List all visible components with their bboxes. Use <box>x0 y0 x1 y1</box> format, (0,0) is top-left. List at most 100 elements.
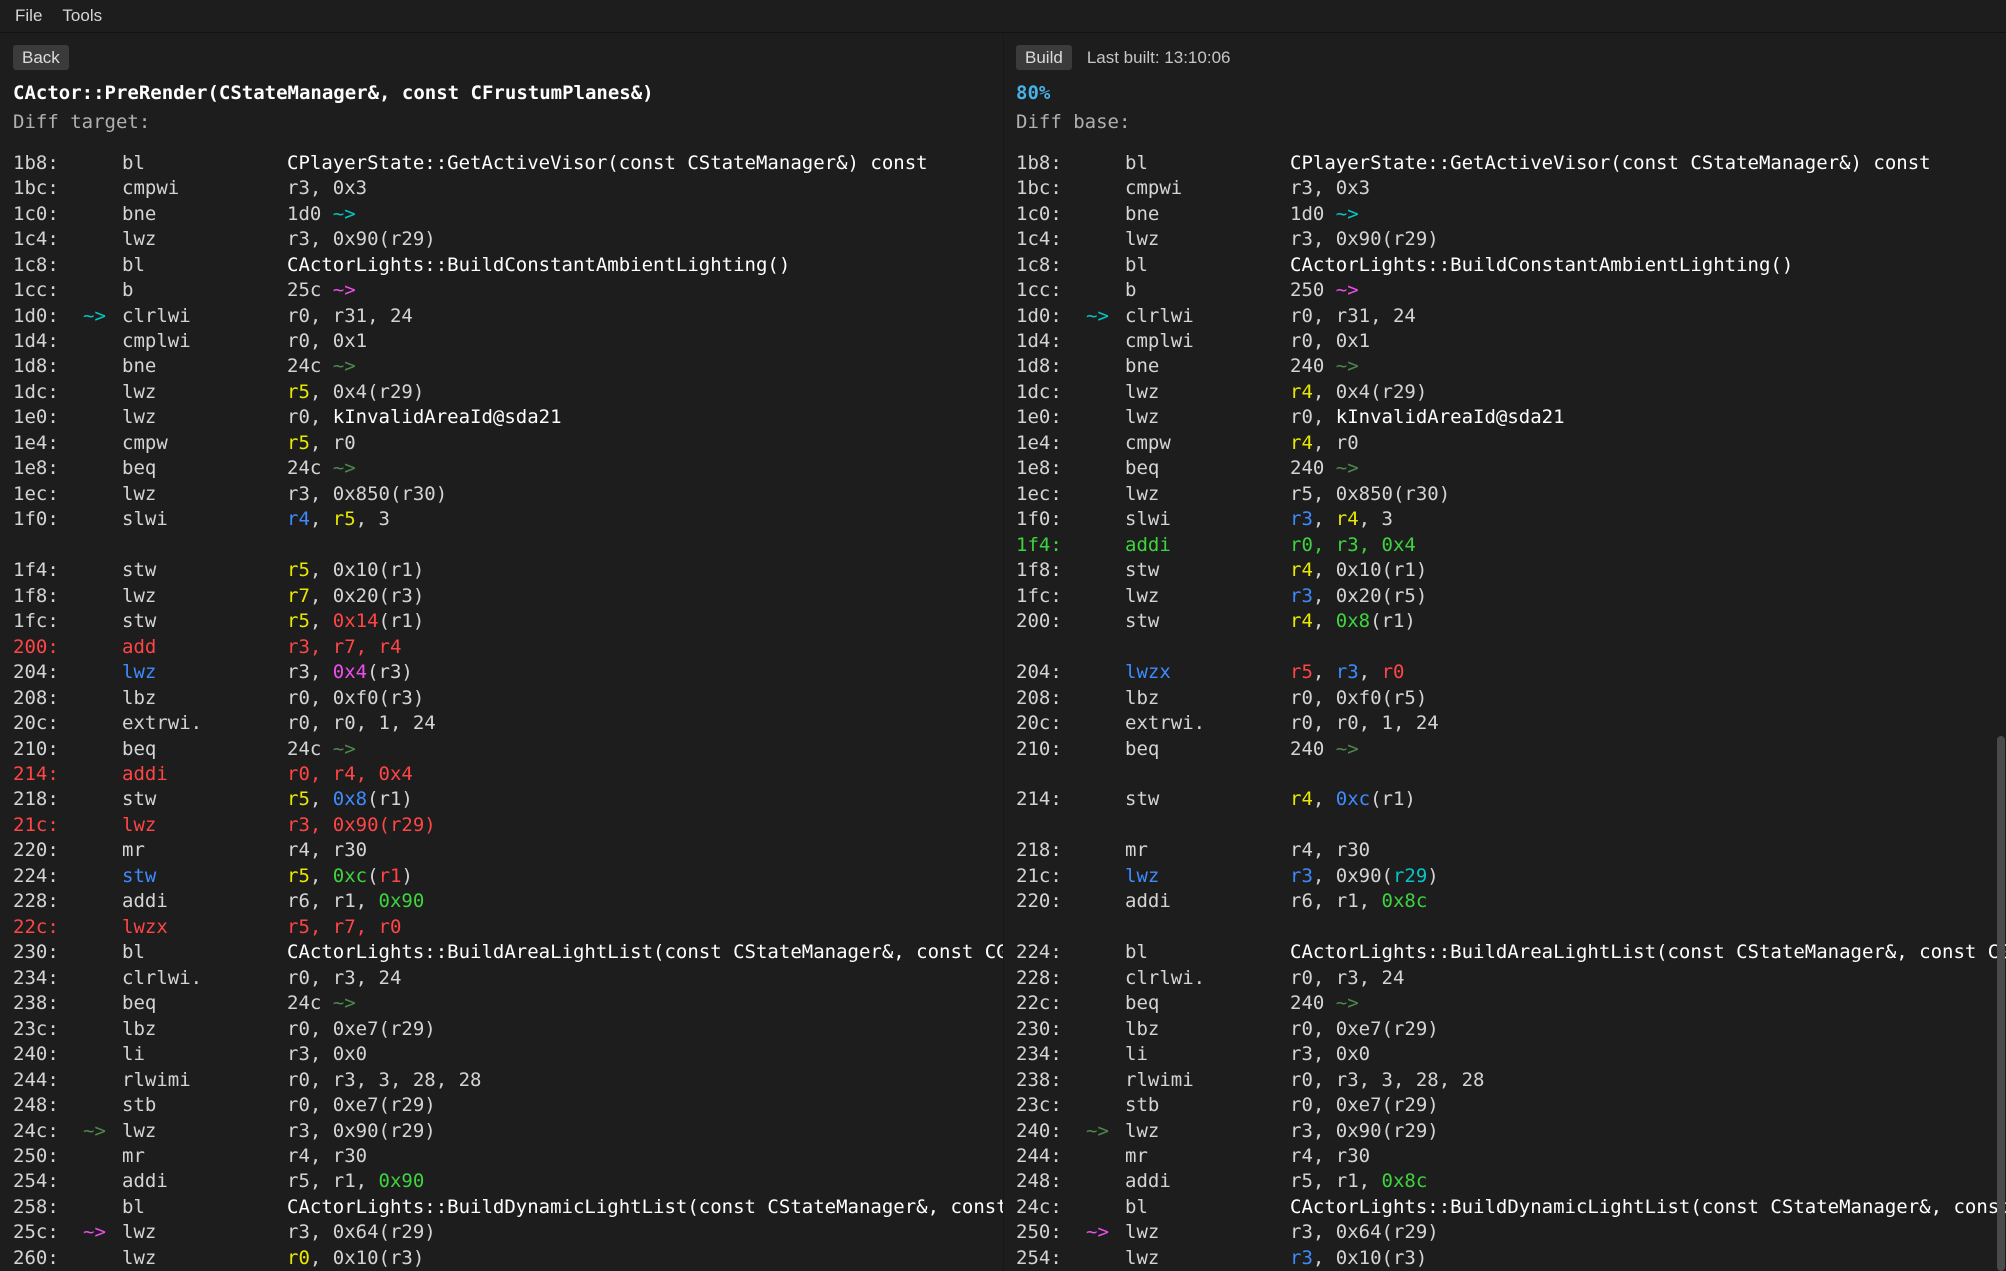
asm-mnemonic: bne <box>1125 203 1290 225</box>
asm-operands: 1d0 ~> <box>1290 203 2006 225</box>
scrollbar-thumb[interactable] <box>1997 736 2005 1271</box>
asm-operand: r5 <box>287 788 310 810</box>
branch-arrow-icon: ~> <box>333 992 356 1014</box>
asm-mnemonic: addi <box>1125 1170 1290 1192</box>
asm-row: 230:blCActorLights::BuildAreaLightList(c… <box>0 940 1003 965</box>
branch-arrow-icon: ~> <box>1336 279 1359 301</box>
asm-operand: 1d0 <box>1290 203 1336 225</box>
back-button[interactable]: Back <box>13 45 69 70</box>
asm-operands: r3, 0x0 <box>287 1043 1003 1065</box>
asm-address: 1fc: <box>13 610 83 632</box>
asm-mnemonic: lwzx <box>122 916 287 938</box>
asm-row <box>1003 914 2006 939</box>
asm-mnemonic: b <box>1125 279 1290 301</box>
asm-operands: r5, r1, 0x90 <box>287 1170 1003 1192</box>
asm-mnemonic: lwz <box>122 585 287 607</box>
asm-mnemonic: slwi <box>1125 508 1290 530</box>
asm-mnemonic: extrwi. <box>122 712 287 734</box>
asm-operand: r5 <box>287 559 310 581</box>
asm-operand: , 3 <box>1359 508 1393 530</box>
branch-arrow-icon: ~> <box>1336 992 1359 1014</box>
asm-operands: r4, r30 <box>287 1145 1003 1167</box>
asm-mnemonic: stw <box>1125 610 1290 632</box>
asm-operand: r3, 0x64(r29) <box>287 1221 436 1243</box>
last-built-status: Last built: 13:10:06 <box>1087 48 1231 68</box>
asm-operand: r0, 0xf0(r3) <box>287 687 424 709</box>
target-asm-listing: 1b8:blCPlayerState::GetActiveVisor(const… <box>0 150 1003 1271</box>
asm-operands: r0, 0xe7(r29) <box>1290 1094 2006 1116</box>
asm-operand: r4 <box>1290 432 1313 454</box>
asm-operand: CActorLights::BuildDynamicLightList(cons… <box>287 1196 1003 1218</box>
asm-mnemonic: bne <box>122 355 287 377</box>
asm-operand: 240 <box>1290 738 1336 760</box>
asm-operands: r4, 0xc(r1) <box>1290 788 2006 810</box>
asm-operand: r3, 0x90(r29) <box>1290 1120 1439 1142</box>
asm-operand: 25c <box>287 279 333 301</box>
menu-file[interactable]: File <box>15 6 42 26</box>
asm-address: 224: <box>13 865 83 887</box>
asm-operands: r5, 0x14(r1) <box>287 610 1003 632</box>
asm-mnemonic: lbz <box>1125 687 1290 709</box>
asm-mnemonic: lwz <box>1125 1221 1290 1243</box>
asm-address: 1d8: <box>13 355 83 377</box>
asm-mnemonic: beq <box>122 992 287 1014</box>
asm-operands: r0, r3, 3, 28, 28 <box>1290 1069 2006 1091</box>
asm-operand: 0x90 <box>379 890 425 912</box>
asm-row: 1c4:lwzr3, 0x90(r29) <box>0 226 1003 251</box>
asm-mnemonic: stw <box>1125 788 1290 810</box>
asm-operand: 0x14 <box>333 610 379 632</box>
asm-operand: r3, 0x0 <box>287 1043 367 1065</box>
asm-operand: r4, r30 <box>287 1145 367 1167</box>
asm-row: 1d0:~>clrlwir0, r31, 24 <box>0 303 1003 328</box>
asm-address: 220: <box>13 839 83 861</box>
asm-address: 1e8: <box>13 457 83 479</box>
asm-operands: r0, r0, 1, 24 <box>1290 712 2006 734</box>
asm-mnemonic: addi <box>122 763 287 785</box>
diff-base-pane: Build Last built: 13:10:06 80% Diff base… <box>1003 34 2006 1271</box>
asm-address: 248: <box>13 1094 83 1116</box>
scrollbar[interactable] <box>1996 34 2006 1271</box>
asm-address: 238: <box>13 992 83 1014</box>
asm-address: 1c8: <box>13 254 83 276</box>
asm-address: 1b8: <box>13 152 83 174</box>
build-button[interactable]: Build <box>1016 45 1072 70</box>
asm-row: 1e0:lwzr0, kInvalidAreaId@sda21 <box>1003 405 2006 430</box>
asm-row: 254:lwzr3, 0x10(r3) <box>1003 1245 2006 1270</box>
asm-row: 1e4:cmpwr4, r0 <box>1003 430 2006 455</box>
asm-mnemonic: add <box>122 636 287 658</box>
asm-mnemonic: bl <box>122 254 287 276</box>
asm-address: 1c8: <box>1016 254 1086 276</box>
asm-address: 1c4: <box>13 228 83 250</box>
asm-row: 22c:beq240 ~> <box>1003 990 2006 1015</box>
asm-operand: r3 <box>1290 865 1313 887</box>
branch-arrow-icon: ~> <box>1086 1221 1125 1243</box>
asm-operands: r5, 0x8(r1) <box>287 788 1003 810</box>
asm-address: 200: <box>13 636 83 658</box>
asm-operand: r0, r3, 3, 28, 28 <box>1290 1069 1484 1091</box>
asm-address: 1c0: <box>13 203 83 225</box>
asm-address: 1fc: <box>1016 585 1086 607</box>
asm-operands: r4, 0x4(r29) <box>1290 381 2006 403</box>
asm-operand: , r0 <box>1313 432 1359 454</box>
asm-row: 1ec:lwzr5, 0x850(r30) <box>1003 481 2006 506</box>
asm-address: 204: <box>13 661 83 683</box>
asm-address: 248: <box>1016 1170 1086 1192</box>
asm-operands: r4, r30 <box>1290 839 2006 861</box>
asm-row: 204:lwzxr5, r3, r0 <box>1003 659 2006 684</box>
asm-operand: r0, r0, 1, 24 <box>1290 712 1439 734</box>
asm-row: 228:clrlwi.r0, r3, 24 <box>1003 965 2006 990</box>
menu-tools[interactable]: Tools <box>62 6 102 26</box>
asm-mnemonic: stw <box>1125 559 1290 581</box>
asm-address: 254: <box>1016 1247 1086 1269</box>
asm-mnemonic: beq <box>122 738 287 760</box>
asm-operands: r0, r3, 24 <box>1290 967 2006 989</box>
asm-operand: r5, r1, <box>287 1170 379 1192</box>
asm-row: 1c8:blCActorLights::BuildConstantAmbient… <box>1003 252 2006 277</box>
asm-mnemonic: lwz <box>1125 381 1290 403</box>
asm-operands: r3, 0x90(r29) <box>287 814 1003 836</box>
asm-address: 254: <box>13 1170 83 1192</box>
asm-operands: r0, 0x10(r3) <box>287 1247 1003 1269</box>
asm-row: 234:clrlwi.r0, r3, 24 <box>0 965 1003 990</box>
asm-operand: r4, r30 <box>1290 839 1370 861</box>
asm-address: 210: <box>1016 738 1086 760</box>
